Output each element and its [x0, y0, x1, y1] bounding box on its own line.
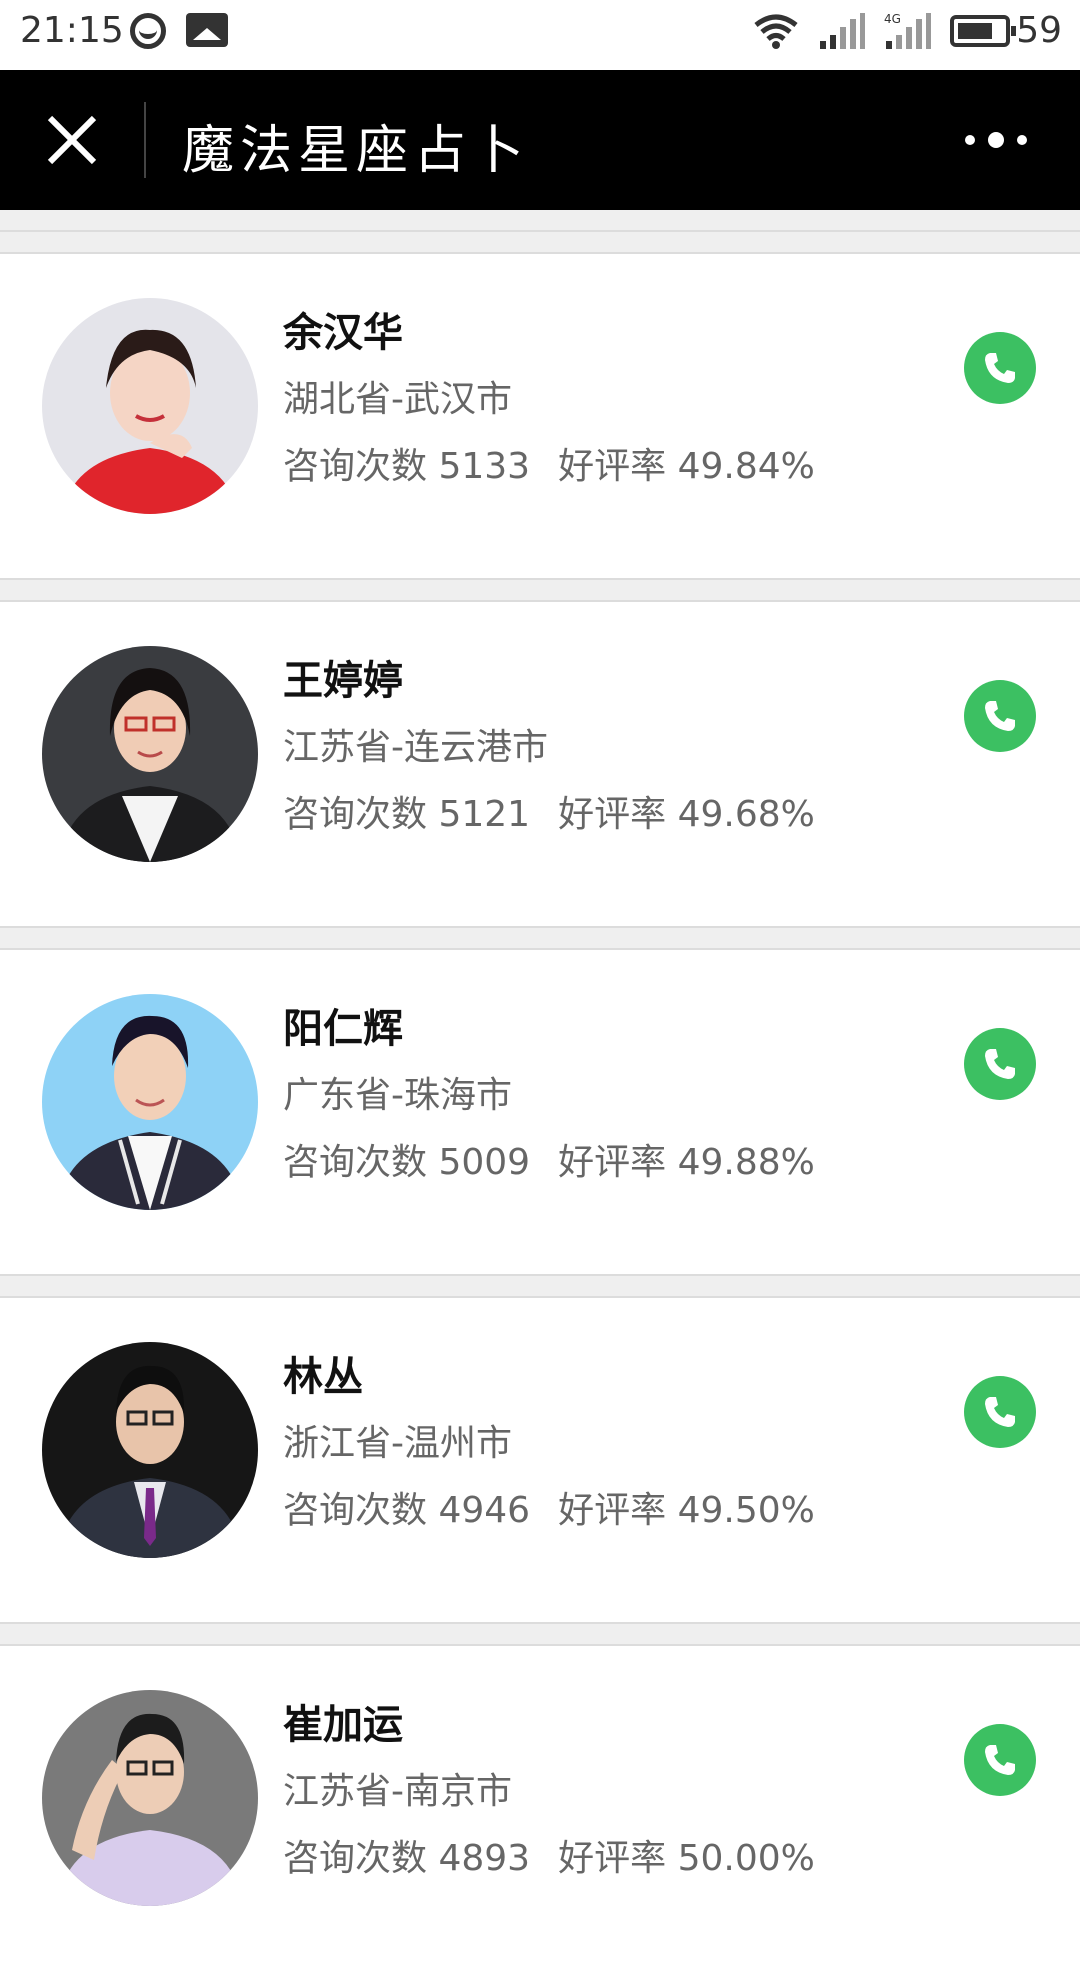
page-title: 魔法星座占卜: [182, 121, 531, 181]
rating-value: 49.50%: [677, 1490, 815, 1531]
phone-icon: [985, 1049, 1015, 1079]
phone-icon: [985, 1397, 1015, 1427]
list-divider: [0, 1622, 1080, 1646]
rating-label: 好评率: [558, 1142, 667, 1183]
expert-location: 湖北省-武汉市: [283, 379, 512, 420]
call-button[interactable]: [964, 680, 1036, 752]
status-bar: 21:15 4G 59: [0, 0, 1080, 70]
battery-level: 59: [1016, 10, 1062, 51]
list-divider: [0, 230, 1080, 254]
consult-count: 5121: [438, 794, 531, 835]
phone-icon: [985, 1745, 1015, 1775]
photo-icon: [186, 13, 228, 47]
consult-label: 咨询次数: [283, 794, 428, 835]
rating-value: 49.84%: [677, 446, 815, 487]
more-icon[interactable]: [956, 122, 1036, 158]
avatar: [42, 994, 258, 1210]
avatar: [42, 298, 258, 514]
call-button[interactable]: [964, 1028, 1036, 1100]
consult-count: 5009: [438, 1142, 531, 1183]
expert-name: 余汉华: [283, 310, 403, 356]
expert-name: 崔加运: [283, 1702, 403, 1748]
expert-stats: 咨询次数 5009 好评率 49.88%: [283, 1133, 815, 1185]
consult-label: 咨询次数: [283, 446, 428, 487]
consult-count: 5133: [438, 446, 531, 487]
rating-value: 50.00%: [677, 1838, 815, 1879]
expert-location: 江苏省-连云港市: [283, 727, 548, 768]
status-left-icons: [130, 13, 228, 49]
wifi-icon: [754, 14, 798, 49]
consult-label: 咨询次数: [283, 1838, 428, 1879]
rating-label: 好评率: [558, 1490, 667, 1531]
avatar: [42, 1342, 258, 1558]
list-divider: [0, 1274, 1080, 1298]
expert-name: 林丛: [283, 1354, 363, 1400]
call-button[interactable]: [964, 1376, 1036, 1448]
close-icon: [47, 115, 97, 165]
avatar: [42, 646, 258, 862]
expert-name: 王婷婷: [283, 658, 403, 704]
expert-location: 浙江省-温州市: [283, 1423, 512, 1464]
expert-location: 江苏省-南京市: [283, 1771, 512, 1812]
list-divider: [0, 578, 1080, 602]
expert-location: 广东省-珠海市: [283, 1075, 512, 1116]
battery-icon: [950, 14, 1017, 47]
consult-count: 4893: [438, 1838, 531, 1879]
list-divider: [0, 926, 1080, 950]
avatar: [42, 1690, 258, 1906]
signal-icon: [820, 12, 866, 49]
status-right-icons: 4G 59: [752, 10, 1062, 51]
signal-4g-icon: 4G: [884, 12, 932, 49]
list-item[interactable]: 崔加运 江苏省-南京市 咨询次数 4893 好评率 50.00%: [0, 1646, 1080, 1970]
expert-list: 余汉华 湖北省-武汉市 咨询次数 5133 好评率 49.84% 王婷婷 江苏省-…: [0, 210, 1080, 1970]
list-item[interactable]: 王婷婷 江苏省-连云港市 咨询次数 5121 好评率 49.68%: [0, 602, 1080, 926]
rating-label: 好评率: [558, 1838, 667, 1879]
battery-indicator: 59: [950, 10, 1062, 51]
close-button[interactable]: [36, 110, 108, 172]
rating-label: 好评率: [558, 794, 667, 835]
call-button[interactable]: [964, 1724, 1036, 1796]
nav-bar: 魔法星座占卜: [0, 70, 1080, 210]
list-item[interactable]: 余汉华 湖北省-武汉市 咨询次数 5133 好评率 49.84%: [0, 254, 1080, 578]
expert-stats: 咨询次数 5133 好评率 49.84%: [283, 437, 815, 489]
consult-count: 4946: [438, 1490, 531, 1531]
rating-label: 好评率: [558, 446, 667, 487]
phone-icon: [985, 701, 1015, 731]
consult-label: 咨询次数: [283, 1490, 428, 1531]
rating-value: 49.88%: [677, 1142, 815, 1183]
expert-name: 阳仁辉: [283, 1006, 403, 1052]
list-item[interactable]: 林丛 浙江省-温州市 咨询次数 4946 好评率 49.50%: [0, 1298, 1080, 1622]
expert-stats: 咨询次数 4893 好评率 50.00%: [283, 1829, 815, 1881]
expert-stats: 咨询次数 4946 好评率 49.50%: [283, 1481, 815, 1533]
consult-label: 咨询次数: [283, 1142, 428, 1183]
list-item[interactable]: 阳仁辉 广东省-珠海市 咨询次数 5009 好评率 49.88%: [0, 950, 1080, 1274]
nav-divider: [144, 102, 146, 178]
rating-value: 49.68%: [677, 794, 815, 835]
phone-icon: [985, 353, 1015, 383]
expert-stats: 咨询次数 5121 好评率 49.68%: [283, 785, 815, 837]
svg-text:4G: 4G: [884, 12, 901, 26]
status-time: 21:15: [20, 10, 124, 51]
call-button[interactable]: [964, 332, 1036, 404]
face-icon: [130, 13, 166, 49]
